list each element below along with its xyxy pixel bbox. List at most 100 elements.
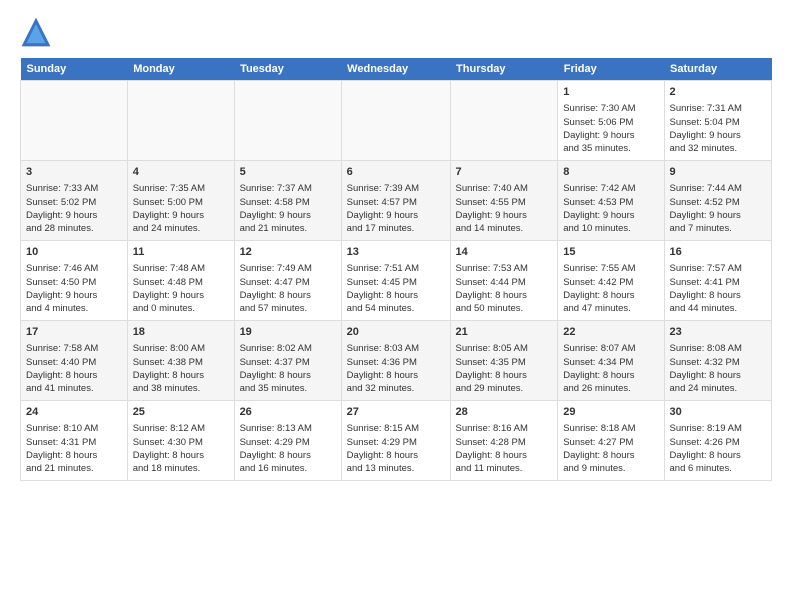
- day-number: 14: [456, 245, 553, 260]
- day-number: 11: [133, 245, 229, 260]
- logo-icon: [20, 16, 52, 48]
- calendar-cell: 12 Sunrise: 7:49 AM Sunset: 4:47 PM Dayli…: [234, 241, 341, 321]
- day-info: Sunrise: 7:53 AM Sunset: 4:44 PM Dayligh…: [456, 262, 553, 315]
- calendar-cell: 6 Sunrise: 7:39 AM Sunset: 4:57 PM Daylig…: [341, 161, 450, 241]
- header-row: SundayMondayTuesdayWednesdayThursdayFrid…: [21, 58, 772, 81]
- calendar-body: 1Sunrise: 7:30 AM Sunset: 5:06 PM Daylig…: [21, 81, 772, 481]
- day-number: 29: [563, 405, 658, 420]
- header-monday: Monday: [127, 58, 234, 81]
- day-info: Sunrise: 8:10 AM Sunset: 4:31 PM Dayligh…: [26, 422, 122, 475]
- calendar-cell: 22 Sunrise: 8:07 AM Sunset: 4:34 PM Dayli…: [558, 321, 664, 401]
- day-info: Sunrise: 7:35 AM Sunset: 5:00 PM Dayligh…: [133, 182, 229, 235]
- calendar-cell: 20Sunrise: 8:03 AM Sunset: 4:36 PM Dayli…: [341, 321, 450, 401]
- day-info: Sunrise: 7:31 AM Sunset: 5:04 PM Dayligh…: [670, 102, 766, 155]
- calendar-cell: 3Sunrise: 7:33 AM Sunset: 5:02 PM Daylig…: [21, 161, 128, 241]
- week-row-2: 10 Sunrise: 7:46 AM Sunset: 4:50 PM Dayli…: [21, 241, 772, 321]
- day-info: Sunrise: 7:58 AM Sunset: 4:40 PM Dayligh…: [26, 342, 122, 395]
- calendar-cell: 16 Sunrise: 7:57 AM Sunset: 4:41 PM Dayli…: [664, 241, 771, 321]
- day-number: 8: [563, 165, 658, 180]
- day-number: 19: [240, 325, 336, 340]
- day-info: Sunrise: 8:00 AM Sunset: 4:38 PM Dayligh…: [133, 342, 229, 395]
- header-thursday: Thursday: [450, 58, 558, 81]
- calendar-cell: [127, 81, 234, 161]
- day-number: 15: [563, 245, 658, 260]
- calendar-cell: 23 Sunrise: 8:08 AM Sunset: 4:32 PM Dayli…: [664, 321, 771, 401]
- logo: [20, 16, 56, 48]
- day-info: Sunrise: 7:57 AM Sunset: 4:41 PM Dayligh…: [670, 262, 766, 315]
- day-info: Sunrise: 8:18 AM Sunset: 4:27 PM Dayligh…: [563, 422, 658, 475]
- day-info: Sunrise: 7:30 AM Sunset: 5:06 PM Dayligh…: [563, 102, 658, 155]
- header: [20, 16, 772, 48]
- header-friday: Friday: [558, 58, 664, 81]
- calendar-cell: [341, 81, 450, 161]
- day-number: 16: [670, 245, 766, 260]
- page: SundayMondayTuesdayWednesdayThursdayFrid…: [0, 0, 792, 612]
- calendar-cell: 11 Sunrise: 7:48 AM Sunset: 4:48 PM Dayli…: [127, 241, 234, 321]
- day-info: Sunrise: 8:07 AM Sunset: 4:34 PM Dayligh…: [563, 342, 658, 395]
- day-number: 2: [670, 85, 766, 100]
- day-info: Sunrise: 7:48 AM Sunset: 4:48 PM Dayligh…: [133, 262, 229, 315]
- day-info: Sunrise: 7:44 AM Sunset: 4:52 PM Dayligh…: [670, 182, 766, 235]
- day-number: 21: [456, 325, 553, 340]
- week-row-4: 24 Sunrise: 8:10 AM Sunset: 4:31 PM Dayli…: [21, 401, 772, 481]
- day-number: 30: [670, 405, 766, 420]
- day-info: Sunrise: 7:37 AM Sunset: 4:58 PM Dayligh…: [240, 182, 336, 235]
- calendar-cell: 10 Sunrise: 7:46 AM Sunset: 4:50 PM Dayli…: [21, 241, 128, 321]
- calendar-cell: 14 Sunrise: 7:53 AM Sunset: 4:44 PM Dayli…: [450, 241, 558, 321]
- day-info: Sunrise: 8:05 AM Sunset: 4:35 PM Dayligh…: [456, 342, 553, 395]
- day-number: 23: [670, 325, 766, 340]
- header-tuesday: Tuesday: [234, 58, 341, 81]
- week-row-3: 17Sunrise: 7:58 AM Sunset: 4:40 PM Dayli…: [21, 321, 772, 401]
- day-info: Sunrise: 7:46 AM Sunset: 4:50 PM Dayligh…: [26, 262, 122, 315]
- calendar-cell: 24 Sunrise: 8:10 AM Sunset: 4:31 PM Dayli…: [21, 401, 128, 481]
- calendar-cell: 9 Sunrise: 7:44 AM Sunset: 4:52 PM Daylig…: [664, 161, 771, 241]
- calendar-cell: 1Sunrise: 7:30 AM Sunset: 5:06 PM Daylig…: [558, 81, 664, 161]
- calendar-cell: 8 Sunrise: 7:42 AM Sunset: 4:53 PM Daylig…: [558, 161, 664, 241]
- week-row-1: 3Sunrise: 7:33 AM Sunset: 5:02 PM Daylig…: [21, 161, 772, 241]
- calendar-cell: 25 Sunrise: 8:12 AM Sunset: 4:30 PM Dayli…: [127, 401, 234, 481]
- day-info: Sunrise: 8:08 AM Sunset: 4:32 PM Dayligh…: [670, 342, 766, 395]
- day-info: Sunrise: 8:02 AM Sunset: 4:37 PM Dayligh…: [240, 342, 336, 395]
- calendar-cell: 15 Sunrise: 7:55 AM Sunset: 4:42 PM Dayli…: [558, 241, 664, 321]
- day-info: Sunrise: 7:51 AM Sunset: 4:45 PM Dayligh…: [347, 262, 445, 315]
- calendar-cell: 30 Sunrise: 8:19 AM Sunset: 4:26 PM Dayli…: [664, 401, 771, 481]
- day-number: 24: [26, 405, 122, 420]
- day-number: 25: [133, 405, 229, 420]
- day-number: 26: [240, 405, 336, 420]
- day-info: Sunrise: 8:19 AM Sunset: 4:26 PM Dayligh…: [670, 422, 766, 475]
- calendar-header: SundayMondayTuesdayWednesdayThursdayFrid…: [21, 58, 772, 81]
- day-number: 7: [456, 165, 553, 180]
- calendar-cell: [234, 81, 341, 161]
- calendar-cell: 5 Sunrise: 7:37 AM Sunset: 4:58 PM Daylig…: [234, 161, 341, 241]
- day-info: Sunrise: 8:03 AM Sunset: 4:36 PM Dayligh…: [347, 342, 445, 395]
- calendar-cell: [21, 81, 128, 161]
- calendar-cell: [450, 81, 558, 161]
- day-number: 12: [240, 245, 336, 260]
- calendar-cell: 19 Sunrise: 8:02 AM Sunset: 4:37 PM Dayli…: [234, 321, 341, 401]
- calendar-cell: 17Sunrise: 7:58 AM Sunset: 4:40 PM Dayli…: [21, 321, 128, 401]
- day-info: Sunrise: 7:49 AM Sunset: 4:47 PM Dayligh…: [240, 262, 336, 315]
- day-info: Sunrise: 8:13 AM Sunset: 4:29 PM Dayligh…: [240, 422, 336, 475]
- calendar-cell: 4 Sunrise: 7:35 AM Sunset: 5:00 PM Daylig…: [127, 161, 234, 241]
- day-number: 22: [563, 325, 658, 340]
- day-number: 6: [347, 165, 445, 180]
- day-info: Sunrise: 7:42 AM Sunset: 4:53 PM Dayligh…: [563, 182, 658, 235]
- day-info: Sunrise: 7:55 AM Sunset: 4:42 PM Dayligh…: [563, 262, 658, 315]
- day-info: Sunrise: 8:12 AM Sunset: 4:30 PM Dayligh…: [133, 422, 229, 475]
- header-wednesday: Wednesday: [341, 58, 450, 81]
- day-info: Sunrise: 8:16 AM Sunset: 4:28 PM Dayligh…: [456, 422, 553, 475]
- day-number: 4: [133, 165, 229, 180]
- day-number: 5: [240, 165, 336, 180]
- day-number: 18: [133, 325, 229, 340]
- calendar-cell: 13Sunrise: 7:51 AM Sunset: 4:45 PM Dayli…: [341, 241, 450, 321]
- day-number: 10: [26, 245, 122, 260]
- day-info: Sunrise: 8:15 AM Sunset: 4:29 PM Dayligh…: [347, 422, 445, 475]
- calendar-cell: 29 Sunrise: 8:18 AM Sunset: 4:27 PM Dayli…: [558, 401, 664, 481]
- calendar-cell: 26 Sunrise: 8:13 AM Sunset: 4:29 PM Dayli…: [234, 401, 341, 481]
- day-info: Sunrise: 7:39 AM Sunset: 4:57 PM Dayligh…: [347, 182, 445, 235]
- day-number: 9: [670, 165, 766, 180]
- day-number: 3: [26, 165, 122, 180]
- calendar-table: SundayMondayTuesdayWednesdayThursdayFrid…: [20, 58, 772, 481]
- day-number: 28: [456, 405, 553, 420]
- calendar-cell: 28 Sunrise: 8:16 AM Sunset: 4:28 PM Dayli…: [450, 401, 558, 481]
